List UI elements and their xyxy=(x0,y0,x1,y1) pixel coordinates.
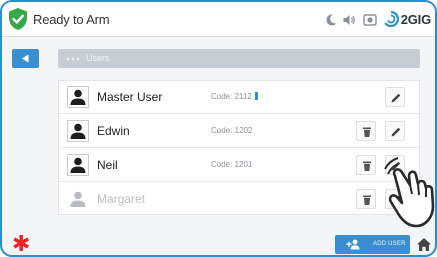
user-code: Code: 1201 xyxy=(211,160,253,169)
speaker-icon[interactable] xyxy=(342,13,356,27)
cursor-mark xyxy=(254,92,258,100)
home-icon[interactable] xyxy=(416,237,432,252)
emergency-button[interactable]: ✱ xyxy=(12,233,30,255)
brand-name: 2GIG xyxy=(400,11,431,27)
user-row-margaret[interactable]: Margaret xyxy=(59,183,419,216)
user-row-neil[interactable]: Neil Code: 1201 xyxy=(59,149,419,182)
moon-icon[interactable] xyxy=(324,13,338,27)
delete-button[interactable] xyxy=(356,121,376,141)
user-icon xyxy=(67,154,89,176)
user-code: Code: 2112 xyxy=(211,92,258,101)
user-list: Master User Code: 2112 Edwin Code: 1202 xyxy=(58,80,420,215)
edit-button[interactable] xyxy=(385,87,405,107)
user-name: Margaret xyxy=(97,192,146,206)
delete-button[interactable] xyxy=(356,155,376,175)
pointing-hand-icon xyxy=(384,157,435,228)
shield-check-icon xyxy=(9,8,27,30)
user-row-edwin[interactable]: Edwin Code: 1202 xyxy=(59,115,419,148)
breadcrumb: Users xyxy=(58,49,420,68)
brand-logo: 2GIG xyxy=(383,10,431,28)
pencil-icon xyxy=(391,93,401,103)
user-code: Code: 1202 xyxy=(211,126,253,135)
add-user-button[interactable]: ADD USER xyxy=(335,235,410,254)
user-icon xyxy=(67,120,89,142)
camera-icon[interactable] xyxy=(363,13,377,27)
user-icon xyxy=(67,188,89,210)
trash-icon xyxy=(363,195,371,205)
delete-button[interactable] xyxy=(356,189,376,209)
panel-screen: Ready to Arm 2GIG Users Master User Code… xyxy=(0,0,437,257)
edit-button[interactable] xyxy=(385,121,405,141)
system-status: Ready to Arm xyxy=(33,12,110,27)
user-name: Edwin xyxy=(97,124,130,138)
status-header: Ready to Arm 2GIG xyxy=(2,2,435,37)
dots-icon xyxy=(66,57,80,61)
user-name: Master User xyxy=(97,90,163,104)
breadcrumb-label: Users xyxy=(86,53,110,63)
back-arrow-icon xyxy=(22,54,29,63)
add-user-icon xyxy=(346,239,360,250)
trash-icon xyxy=(363,127,371,137)
user-name: Neil xyxy=(97,158,118,172)
pencil-icon xyxy=(391,127,401,137)
back-button[interactable] xyxy=(12,49,39,68)
user-row-master[interactable]: Master User Code: 2112 xyxy=(59,81,419,114)
add-user-label: ADD USER xyxy=(373,241,406,247)
brand-swirl-icon xyxy=(384,11,399,27)
trash-icon xyxy=(363,161,371,171)
user-icon xyxy=(67,86,89,108)
